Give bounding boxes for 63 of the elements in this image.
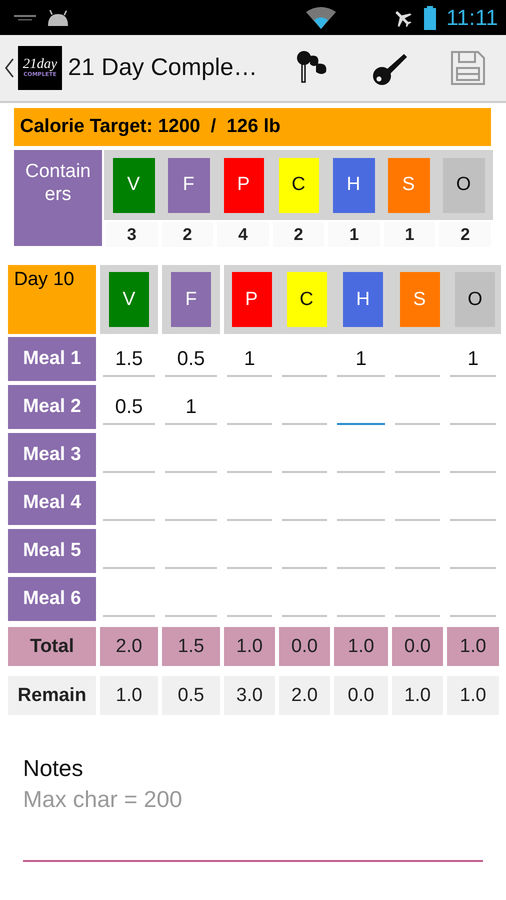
total-label: Total bbox=[8, 627, 96, 666]
status-time: 11:11 bbox=[446, 4, 498, 30]
remain-cell: 1.0 bbox=[392, 676, 443, 715]
remain-label: Remain bbox=[8, 676, 96, 715]
logo-text: 21day bbox=[22, 58, 58, 72]
portion-input[interactable]: 1 bbox=[450, 343, 496, 377]
container-tag: P bbox=[224, 158, 264, 212]
total-cell: 1.0 bbox=[447, 627, 499, 666]
container-count: 4 bbox=[217, 222, 269, 247]
notes-label: Notes bbox=[23, 755, 84, 782]
container-count: 2 bbox=[162, 222, 214, 247]
container-tag: S bbox=[400, 272, 440, 327]
containers-label: Containers bbox=[14, 150, 102, 246]
calorie-target-banner: Calorie Target: 1200 / 126 lb bbox=[14, 108, 491, 146]
meal-label: Meal 4 bbox=[8, 481, 96, 525]
notification-icon bbox=[14, 12, 36, 22]
meal-label: Meal 3 bbox=[8, 433, 96, 477]
total-cell: 1.0 bbox=[224, 627, 275, 666]
save-icon[interactable] bbox=[450, 50, 486, 86]
total-cell: 0.0 bbox=[392, 627, 443, 666]
container-count: 3 bbox=[106, 222, 158, 247]
meal-label: Meal 2 bbox=[8, 385, 96, 429]
remain-cell: 0.5 bbox=[162, 676, 220, 715]
portion-input[interactable]: 0.5 bbox=[103, 391, 155, 425]
remain-cell: 1.0 bbox=[447, 676, 499, 715]
container-tag: V bbox=[109, 272, 149, 327]
container-tag: H bbox=[343, 272, 383, 327]
remain-cell: 1.0 bbox=[100, 676, 158, 715]
total-cell: 2.0 bbox=[100, 627, 158, 666]
container-tag: F bbox=[171, 272, 211, 327]
back-caret-icon[interactable] bbox=[4, 58, 14, 78]
total-cell: 1.5 bbox=[162, 627, 220, 666]
meal-label: Meal 5 bbox=[8, 529, 96, 573]
wifi-icon bbox=[306, 6, 336, 28]
remain-cell: 2.0 bbox=[279, 676, 330, 715]
app-title: 21 Day Comple… bbox=[68, 54, 258, 82]
meal-label: Meal 6 bbox=[8, 577, 96, 621]
container-tag: O bbox=[455, 272, 495, 327]
android-icon bbox=[46, 10, 70, 26]
container-tag: F bbox=[168, 158, 210, 212]
container-count: 1 bbox=[384, 222, 436, 247]
day-label: Day 10 bbox=[8, 265, 96, 334]
container-tag: S bbox=[388, 158, 430, 212]
container-count: 1 bbox=[328, 222, 380, 247]
container-tag: H bbox=[332, 158, 374, 212]
container-tag: C bbox=[278, 158, 318, 212]
container-tag: V bbox=[112, 158, 154, 212]
remain-cell: 3.0 bbox=[224, 676, 275, 715]
total-cell: 0.0 bbox=[279, 627, 330, 666]
total-cell: 1.0 bbox=[334, 627, 388, 666]
portion-input[interactable]: 1.5 bbox=[103, 343, 155, 377]
container-count: 2 bbox=[272, 222, 324, 247]
container-count: 2 bbox=[439, 222, 491, 247]
portion-input[interactable]: 0.5 bbox=[165, 343, 217, 377]
portion-input[interactable]: 1 bbox=[337, 343, 385, 377]
portion-input[interactable]: 1 bbox=[227, 343, 272, 377]
remain-cell: 0.0 bbox=[334, 676, 388, 715]
container-tag: O bbox=[442, 158, 484, 212]
portion-input[interactable]: 1 bbox=[165, 391, 217, 425]
battery-icon bbox=[424, 6, 436, 30]
container-tag: C bbox=[286, 272, 326, 327]
meal-label: Meal 1 bbox=[8, 337, 96, 381]
container-tag: P bbox=[232, 272, 272, 327]
